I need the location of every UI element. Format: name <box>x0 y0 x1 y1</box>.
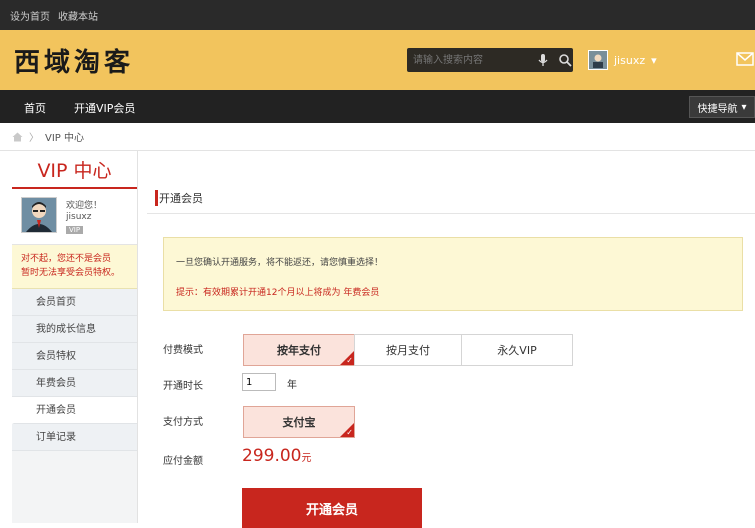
top-bar: 设为首页 收藏本站 <box>0 0 755 30</box>
notice-tip: 提示：有效期累计开通12个月以上将成为 年费会员 <box>176 288 380 298</box>
sidebar-username: jisuxz <box>66 212 92 222</box>
sidebar: VIP 中心 欢迎您！ jisuxz VIP 对不起，您还不是会员 暂时无法享受… <box>12 151 138 523</box>
header: 西域淘客 jisuxz ▾ <box>0 30 755 90</box>
sidebar-title: VIP 中心 <box>12 151 137 189</box>
pay-mode-lifetime-label: 永久VIP <box>497 344 537 357</box>
welcome-text: 欢迎您！ <box>66 201 103 211</box>
avatar <box>588 50 608 70</box>
pay-method-label: 支付方式 <box>163 417 203 428</box>
sidebar-menu: 会员首页 我的成长信息 会员特权 年费会员 开通会员 订单记录 <box>12 289 137 451</box>
pay-mode-yearly[interactable]: 按年支付 ✓ <box>243 334 355 366</box>
set-homepage-link[interactable]: 设为首页 <box>10 8 50 23</box>
mail-icon[interactable] <box>736 52 754 66</box>
pay-mode-yearly-label: 按年支付 <box>277 344 321 357</box>
warning-line-1: 对不起，您还不是会员 <box>21 254 112 264</box>
site-logo[interactable]: 西域淘客 <box>14 42 134 79</box>
checkmark-icon: ✓ <box>346 356 353 365</box>
sidebar-item-member-privileges[interactable]: 会员特权 <box>12 343 137 370</box>
notice-box: 一旦您确认开通服务，将不能返还，请您慎重选择！ 提示：有效期累计开通12个月以上… <box>163 237 743 311</box>
main-nav: 首页 开通VIP会员 快捷导航 ▾ <box>0 90 755 123</box>
quick-nav-label: 快捷导航 <box>697 103 738 115</box>
breadcrumb-current: VIP 中心 <box>45 133 84 144</box>
pay-mode-label: 付费模式 <box>163 345 203 356</box>
sidebar-item-annual-member[interactable]: 年费会员 <box>12 370 137 397</box>
nav-item-home[interactable]: 首页 <box>24 100 46 116</box>
microphone-icon[interactable] <box>535 52 551 68</box>
quick-nav-button[interactable]: 快捷导航 ▾ <box>689 96 755 118</box>
sidebar-item-open-membership[interactable]: 开通会员 <box>12 397 137 424</box>
avatar <box>21 197 57 233</box>
breadcrumb-separator: 〉 <box>29 133 39 144</box>
nav-item-vip[interactable]: 开通VIP会员 <box>74 100 135 116</box>
pay-method-alipay[interactable]: 支付宝 ✓ <box>243 406 355 438</box>
duration-label: 开通时长 <box>163 381 203 392</box>
open-membership-button[interactable]: 开通会员 <box>242 488 422 528</box>
user-menu[interactable]: jisuxz ▾ <box>588 50 657 70</box>
notice-text: 一旦您确认开通服务，将不能返还，请您慎重选择！ <box>176 258 384 268</box>
breadcrumb: 〉 VIP 中心 <box>0 123 755 151</box>
checkmark-icon: ✓ <box>346 428 353 437</box>
amount-unit: 元 <box>301 453 312 464</box>
search-box <box>407 48 573 72</box>
home-icon[interactable] <box>12 132 23 142</box>
username: jisuxz <box>614 53 646 67</box>
sidebar-user-card: 欢迎您！ jisuxz VIP <box>12 189 137 245</box>
section-title: 开通会员 <box>147 182 755 214</box>
chevron-down-icon: ▾ <box>741 101 747 113</box>
user-avatar-icon <box>593 54 603 68</box>
pay-mode-monthly[interactable]: 按月支付 <box>354 334 462 366</box>
sidebar-item-member-home[interactable]: 会员首页 <box>12 289 137 316</box>
non-member-warning: 对不起，您还不是会员 暂时无法享受会员特权。 <box>12 245 137 289</box>
vip-badge: VIP <box>66 226 84 234</box>
duration-unit: 年 <box>287 380 297 391</box>
main-content: 开通会员 一旦您确认开通服务，将不能返还，请您慎重选择！ 提示：有效期累计开通1… <box>147 182 755 528</box>
bookmark-link[interactable]: 收藏本站 <box>58 8 98 23</box>
duration-input[interactable] <box>242 373 276 391</box>
user-avatar-icon <box>22 198 56 232</box>
amount-value: 299.00元 <box>242 446 311 466</box>
sidebar-item-order-records[interactable]: 订单记录 <box>12 424 137 451</box>
sidebar-item-growth-info[interactable]: 我的成长信息 <box>12 316 137 343</box>
pay-mode-monthly-label: 按月支付 <box>386 344 430 357</box>
amount-number: 299.00 <box>242 446 302 466</box>
pay-mode-lifetime[interactable]: 永久VIP <box>461 334 573 366</box>
search-icon[interactable] <box>557 52 573 68</box>
warning-line-2: 暂时无法享受会员特权。 <box>21 268 121 278</box>
chevron-down-icon: ▾ <box>651 53 657 67</box>
search-input[interactable] <box>413 50 529 70</box>
pay-method-alipay-label: 支付宝 <box>282 416 316 429</box>
amount-label: 应付金额 <box>163 456 203 467</box>
